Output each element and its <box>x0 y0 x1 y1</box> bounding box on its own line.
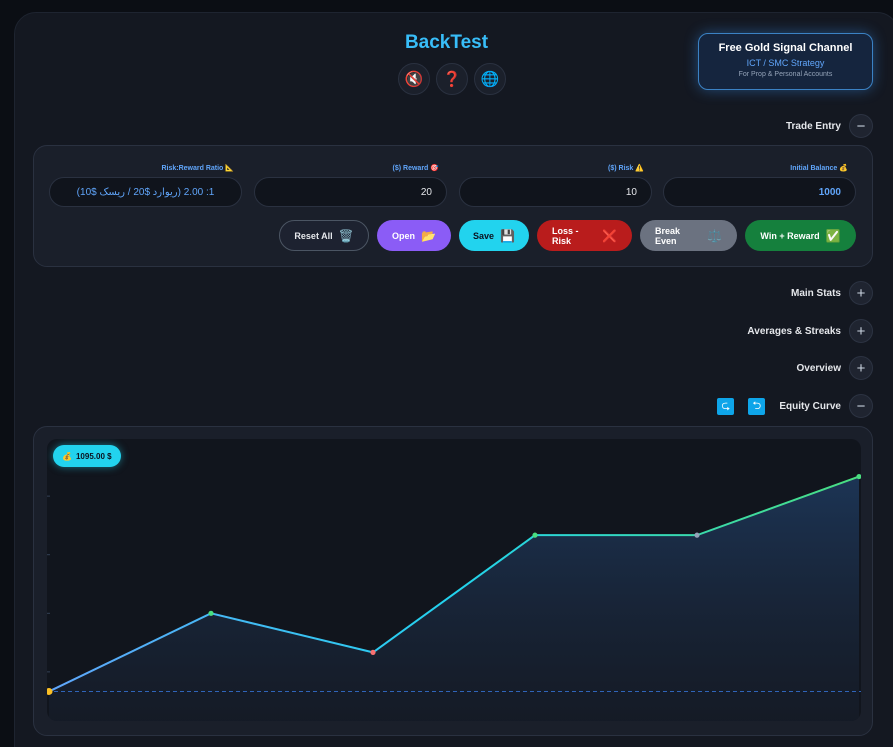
balance-label: Initial Balance 💰 <box>790 165 848 172</box>
trade-entry-toggle: Trade Entry − <box>786 114 873 138</box>
ratio-field: Risk:Reward Ratio 📐 1: 2.00 (ریوارد $20 … <box>49 146 242 207</box>
ratio-label: Risk:Reward Ratio 📐 <box>161 165 234 172</box>
win-reward-button[interactable]: Win + Reward ✅ <box>745 220 856 251</box>
averages-label: Averages & Streaks <box>747 325 841 337</box>
equity-point[interactable] <box>694 532 700 538</box>
risk-input[interactable] <box>459 177 652 207</box>
undo-icon[interactable]: ⮌ <box>748 397 766 415</box>
equity-toggle: ⮎ ⮌ Equity Curve − <box>717 394 873 418</box>
current-balance-badge: 💰 1095.00 $ <box>53 445 121 467</box>
promo-subtitle: ICT / SMC Strategy <box>746 58 825 68</box>
target-icon: 🎯 <box>430 165 439 172</box>
mute-icon[interactable]: 🔇 <box>398 63 430 95</box>
scales-icon: ⚖️ <box>707 228 722 243</box>
averages-toggle: Averages & Streaks + <box>747 319 873 343</box>
redo-icon[interactable]: ⮎ <box>717 397 735 415</box>
risk-field: ($) Risk ⚠️ <box>459 146 652 207</box>
equity-chart-card: 💰 1095.00 $ <box>33 426 873 736</box>
money-bag-icon: 💰 <box>839 165 848 172</box>
check-icon: ✅ <box>825 228 841 243</box>
equity-point[interactable] <box>532 532 538 538</box>
main-stats-label: Main Stats <box>790 287 841 299</box>
reward-input[interactable] <box>254 177 447 207</box>
overview-label: Overview <box>796 362 841 374</box>
reset-all-button[interactable]: Reset All 🗑️ <box>279 220 369 251</box>
save-button[interactable]: Save 💾 <box>459 220 529 251</box>
gold-signal-promo[interactable]: Free Gold Signal Channel ICT / SMC Strat… <box>698 33 873 90</box>
equity-chart: 💰 1095.00 $ <box>47 439 861 721</box>
balance-field: Initial Balance 💰 <box>663 146 856 207</box>
globe-icon[interactable]: 🌐 <box>474 63 506 95</box>
reward-label: ($) Reward 🎯 <box>392 165 439 172</box>
cross-icon: ❌ <box>602 228 617 243</box>
trade-entry-card: Risk:Reward Ratio 📐 1: 2.00 (ریوارد $20 … <box>33 145 873 267</box>
folder-icon: 📂 <box>421 228 436 243</box>
balance-input[interactable] <box>663 177 856 207</box>
expand-icon[interactable]: + <box>849 356 873 380</box>
collapse-icon[interactable]: − <box>849 114 873 138</box>
ruler-icon: 📐 <box>225 165 234 172</box>
overview-toggle: Overview + <box>797 356 873 380</box>
equity-point[interactable] <box>208 610 214 616</box>
equity-area <box>49 476 859 721</box>
risk-label: ($) Risk ⚠️ <box>608 165 644 172</box>
reward-field: ($) Reward 🎯 <box>254 146 447 207</box>
equity-label: Equity Curve <box>779 400 841 412</box>
help-icon[interactable]: ❓ <box>436 63 468 95</box>
promo-note: For Prop & Personal Accounts <box>738 71 833 78</box>
expand-icon[interactable]: + <box>849 281 873 305</box>
trash-icon: 🗑️ <box>338 228 354 243</box>
money-bag-icon: 💰 <box>62 451 72 461</box>
top-icon-row: 🔇 ❓ 🌐 <box>398 63 506 95</box>
promo-title: Free Gold Signal Channel <box>718 42 853 54</box>
warning-icon: ⚠️ <box>635 165 644 172</box>
action-buttons: Reset All 🗑️ Open 📂 Save 💾 Loss - Risk ❌ Bre… <box>279 220 856 251</box>
main-stats-toggle: Main Stats + <box>791 281 873 305</box>
equity-point[interactable] <box>370 649 376 655</box>
collapse-icon[interactable]: − <box>849 394 873 418</box>
trade-entry-label: Trade Entry <box>785 120 841 132</box>
ratio-display: 1: 2.00 (ریوارد $20 / ریسک $10) <box>49 177 242 207</box>
break-even-button[interactable]: Break Even ⚖️ <box>640 220 737 251</box>
loss-risk-button[interactable]: Loss - Risk ❌ <box>537 220 632 251</box>
equity-chart-svg <box>47 473 861 721</box>
expand-icon[interactable]: + <box>849 319 873 343</box>
open-button[interactable]: Open 📂 <box>377 220 451 251</box>
floppy-icon: 💾 <box>500 228 515 243</box>
